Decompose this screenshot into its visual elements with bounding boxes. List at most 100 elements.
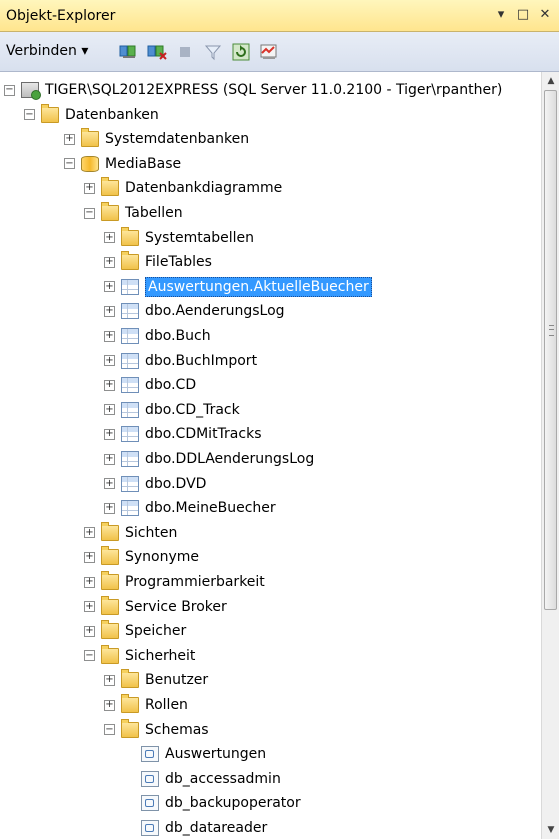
collapse-icon[interactable]: − bbox=[64, 158, 75, 170]
tree-item-label: Rollen bbox=[145, 697, 188, 713]
expand-icon[interactable]: + bbox=[104, 305, 115, 317]
expand-icon[interactable]: + bbox=[104, 330, 115, 342]
tree-item[interactable]: db_backupoperator bbox=[124, 791, 301, 815]
expand-icon[interactable]: + bbox=[104, 379, 115, 391]
tree-item[interactable]: + dbo.Buch bbox=[104, 324, 211, 348]
window-title: Objekt-Explorer bbox=[6, 8, 116, 24]
tree-item[interactable]: + dbo.CDMitTracks bbox=[104, 422, 261, 446]
tree-item[interactable]: + Datenbankdiagramme bbox=[84, 176, 282, 200]
tree-item[interactable]: + Programmierbarkeit bbox=[84, 570, 265, 594]
tree-item-label: Service Broker bbox=[125, 598, 227, 615]
tree-item[interactable]: + Synonyme bbox=[84, 545, 199, 569]
tree-item[interactable]: + Systemdatenbanken bbox=[64, 127, 249, 151]
schema-icon bbox=[141, 770, 159, 787]
expand-icon[interactable]: + bbox=[64, 133, 75, 145]
expand-icon[interactable]: + bbox=[84, 576, 95, 588]
collapse-icon[interactable]: − bbox=[4, 84, 15, 96]
expand-icon[interactable]: + bbox=[84, 527, 95, 539]
tree-item-label: dbo.CDMitTracks bbox=[145, 426, 262, 443]
expand-icon[interactable]: + bbox=[104, 256, 115, 268]
refresh-icon[interactable] bbox=[230, 41, 252, 63]
scroll-down-icon[interactable]: ▼ bbox=[542, 821, 559, 839]
tree-item[interactable]: − TIGER\SQL2012EXPRESS (SQL Server 11.0.2… bbox=[4, 78, 502, 102]
tree-item[interactable]: + dbo.MeineBuecher bbox=[104, 496, 276, 520]
tree-item-label: dbo.CD bbox=[145, 377, 197, 394]
tree-item[interactable]: + Service Broker bbox=[84, 595, 227, 619]
expand-icon[interactable]: + bbox=[104, 281, 115, 293]
connect-button[interactable]: Verbinden ▾ bbox=[6, 43, 88, 59]
tree-item[interactable]: + Speicher bbox=[84, 619, 186, 643]
tree-item[interactable]: + Systemtabellen bbox=[104, 226, 254, 250]
tree-item[interactable]: + dbo.CD bbox=[104, 373, 196, 397]
tree-item[interactable]: + dbo.AenderungsLog bbox=[104, 299, 285, 323]
tree-item-label: Schemas bbox=[145, 721, 209, 738]
collapse-icon[interactable]: − bbox=[84, 650, 95, 662]
tree-item[interactable]: Auswertungen bbox=[124, 742, 266, 766]
scroll-thumb[interactable] bbox=[544, 90, 557, 610]
table-icon bbox=[121, 475, 139, 492]
tree-item[interactable]: − Schemas bbox=[104, 718, 209, 742]
tree-item[interactable]: + Benutzer bbox=[104, 668, 208, 692]
tree-item-label: Auswertungen bbox=[165, 746, 267, 763]
tree-item[interactable]: + dbo.BuchImport bbox=[104, 349, 257, 373]
close-icon[interactable]: ✕ bbox=[537, 6, 553, 22]
tree-item[interactable]: + Sichten bbox=[84, 521, 177, 545]
expand-icon[interactable]: + bbox=[104, 699, 115, 711]
expand-icon[interactable]: + bbox=[84, 601, 95, 613]
expand-icon[interactable]: + bbox=[84, 625, 95, 637]
tree-item-label: dbo.DDLAenderungsLog bbox=[145, 451, 315, 467]
folder-icon bbox=[121, 251, 139, 271]
tree-item-label: Tabellen bbox=[125, 205, 183, 221]
folder-icon bbox=[81, 128, 99, 148]
tree-item[interactable]: + dbo.CD_Track bbox=[104, 398, 240, 422]
tree-item-label: dbo.CD_Track bbox=[145, 401, 240, 418]
float-icon[interactable]: □ bbox=[515, 6, 531, 22]
expand-icon[interactable]: + bbox=[84, 182, 95, 194]
expand-icon[interactable]: + bbox=[104, 453, 115, 465]
tree-item[interactable]: db_datareader bbox=[124, 816, 267, 839]
expand-icon[interactable]: + bbox=[104, 404, 115, 416]
filter-icon[interactable] bbox=[202, 41, 224, 63]
expand-icon[interactable]: + bbox=[104, 478, 115, 490]
tree-item[interactable]: + dbo.DVD bbox=[104, 472, 206, 496]
tree-item[interactable]: db_accessadmin bbox=[124, 767, 281, 791]
table-icon bbox=[121, 426, 139, 443]
collapse-icon[interactable]: − bbox=[104, 724, 115, 736]
collapse-icon[interactable]: − bbox=[84, 207, 95, 219]
expand-icon[interactable]: + bbox=[104, 674, 115, 686]
scroll-up-icon[interactable]: ▲ bbox=[542, 72, 559, 90]
dropdown-icon[interactable]: ▾ bbox=[493, 6, 509, 22]
tree-item[interactable]: − MediaBase bbox=[64, 152, 181, 176]
vertical-scrollbar[interactable]: ▲ ▼ bbox=[541, 72, 559, 839]
title-bar: Objekt-Explorer ▾ □ ✕ bbox=[0, 0, 559, 32]
folder-icon bbox=[101, 177, 119, 197]
tree-item-label: TIGER\SQL2012EXPRESS (SQL Server 11.0.21… bbox=[45, 82, 503, 98]
collapse-icon[interactable]: − bbox=[24, 109, 35, 121]
tree-item-label: dbo.MeineBuecher bbox=[145, 500, 276, 517]
tree-item-label: Sichten bbox=[125, 524, 178, 541]
tree-item-label: db_accessadmin bbox=[165, 770, 281, 787]
object-tree: − TIGER\SQL2012EXPRESS (SQL Server 11.0.2… bbox=[0, 72, 541, 839]
stop-icon[interactable] bbox=[174, 41, 196, 63]
tree-item-label: FileTables bbox=[145, 254, 212, 271]
table-icon bbox=[121, 352, 139, 369]
expand-icon[interactable]: + bbox=[84, 551, 95, 563]
tree-item[interactable]: − Sicherheit bbox=[84, 644, 195, 668]
expand-icon[interactable]: + bbox=[104, 428, 115, 440]
schema-icon bbox=[141, 746, 159, 763]
expand-icon[interactable]: + bbox=[104, 232, 115, 244]
tree-item[interactable]: + dbo.DDLAenderungsLog bbox=[104, 447, 314, 471]
connect-object-explorer-icon[interactable] bbox=[118, 41, 140, 63]
expand-icon[interactable]: + bbox=[104, 355, 115, 367]
tree-item[interactable]: − Tabellen bbox=[84, 201, 183, 225]
activity-monitor-icon[interactable] bbox=[258, 41, 280, 63]
expand-icon[interactable]: + bbox=[104, 502, 115, 514]
tree-item-label: Sicherheit bbox=[125, 647, 196, 664]
tree-item[interactable]: + Auswertungen.AktuelleBuecher bbox=[104, 275, 372, 299]
tree-item[interactable]: + FileTables bbox=[104, 250, 212, 274]
disconnect-icon[interactable] bbox=[146, 41, 168, 63]
tree-item[interactable]: − Datenbanken bbox=[24, 103, 159, 127]
tree-item[interactable]: + Rollen bbox=[104, 693, 188, 717]
